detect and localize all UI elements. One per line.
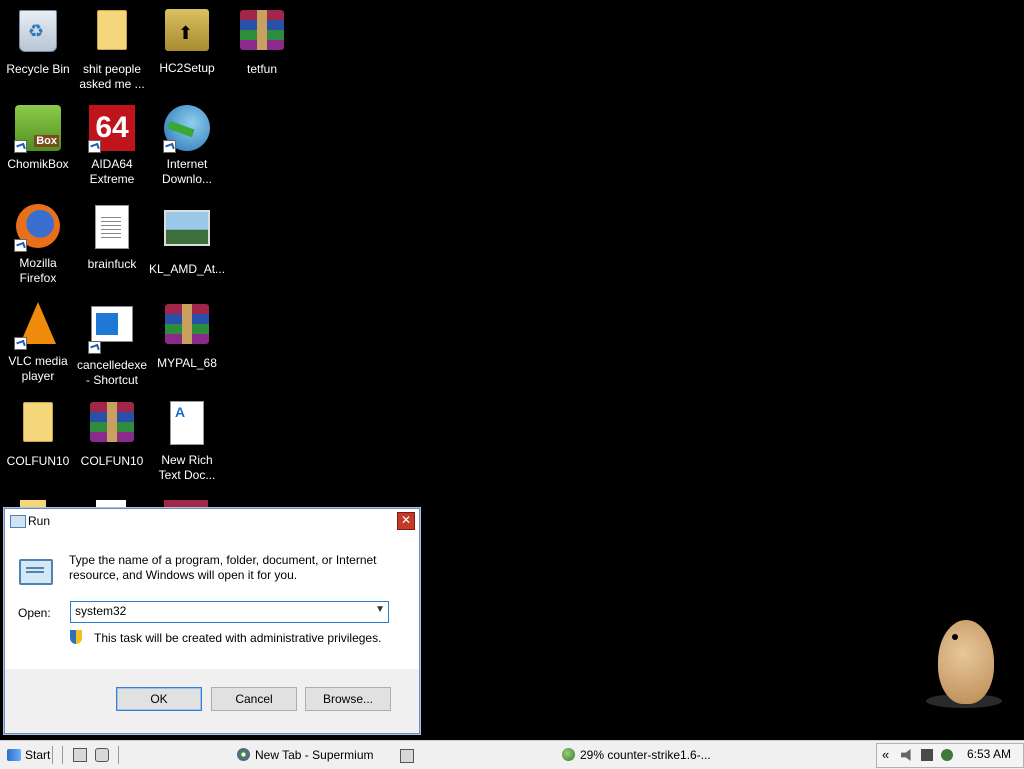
desktop-icon-label: HC2Setup	[159, 61, 215, 75]
winrar-archive-icon	[88, 402, 136, 450]
network-icon[interactable]	[921, 749, 933, 761]
run-dialog-titlebar[interactable]: Run ✕	[5, 509, 419, 533]
quicklaunch-show-desktop-icon[interactable]	[73, 748, 87, 762]
shortcut-arrow-icon	[88, 140, 101, 153]
partial-document-icon	[96, 500, 126, 508]
winrar-archive-icon	[163, 304, 211, 352]
run-dialog-body: Type the name of a program, folder, docu…	[5, 533, 419, 669]
vlc-icon	[14, 302, 62, 350]
desktop-icon-aida64[interactable]: 64 AIDA64 Extreme	[74, 104, 150, 187]
shortcut-arrow-icon	[88, 341, 101, 354]
shortcut-arrow-icon	[14, 140, 27, 153]
installer-box-icon	[163, 9, 211, 57]
cancel-button[interactable]: Cancel	[211, 687, 297, 711]
desktop-icon-label: Recycle Bin	[6, 62, 70, 76]
aida64-icon: 64	[88, 105, 136, 153]
desktop-icon-label: cancelledexe - Shortcut	[76, 358, 148, 387]
desktop-icon-tetfun[interactable]: tetfun	[224, 6, 300, 77]
desktop-icon-vlc[interactable]: VLC media player	[0, 300, 76, 384]
desktop-icon-hc2setup[interactable]: HC2Setup	[149, 6, 225, 76]
taskbar-separator	[118, 746, 119, 764]
close-icon: ✕	[400, 513, 412, 527]
chomikbox-icon: Box	[14, 105, 62, 153]
start-button[interactable]: Start	[5, 746, 50, 764]
text-document-icon	[88, 205, 136, 253]
image-file-icon	[163, 210, 211, 258]
partial-folder-icon	[20, 500, 46, 508]
system-tray: « 6:53 AM	[876, 743, 1024, 768]
desktop-icon-folder[interactable]: shit people asked me ...	[74, 6, 150, 92]
desktop-icon-label: brainfuck	[87, 257, 137, 271]
close-button[interactable]: ✕	[397, 512, 415, 530]
open-input[interactable]	[71, 602, 369, 620]
run-program-icon	[19, 559, 53, 585]
run-dialog-title: Run	[28, 514, 51, 528]
desktop-icon-chomikbox[interactable]: Box ChomikBox	[0, 104, 76, 172]
folder-icon	[88, 10, 136, 58]
winrar-archive-icon	[238, 10, 286, 58]
taskbar-item-label: 29% counter-strike1.6-...	[580, 748, 711, 762]
taskbar-item-label: New Tab - Supermium	[255, 748, 374, 762]
desktop-icon-kl-amd[interactable]: KL_AMD_At...	[149, 202, 225, 277]
desktop-icon-mypal[interactable]: MYPAL_68	[149, 300, 225, 371]
recycle-bin-icon	[14, 10, 62, 58]
run-dialog-footer: OK Cancel Browse...	[5, 669, 419, 733]
run-app-icon	[10, 515, 26, 528]
desktop-icon-label: Internet Downlo...	[161, 157, 213, 186]
desktop-icon-label: COLFUN10	[80, 454, 144, 468]
taskbar: Start New Tab - Supermium 29% counter-st…	[0, 740, 1024, 769]
desktop-icon-label: New Rich Text Doc...	[158, 453, 216, 482]
taskbar-window-icon[interactable]	[400, 749, 414, 763]
desktop-icon-firefox[interactable]: Mozilla Firefox	[0, 202, 76, 286]
desktop-icon-label: COLFUN10	[6, 454, 70, 468]
rich-text-document-icon	[163, 401, 211, 449]
folder-icon	[14, 402, 62, 450]
window-shortcut-icon	[88, 306, 136, 354]
desktop-icon-recycle-bin[interactable]: Recycle Bin	[0, 6, 76, 77]
admin-privileges-note: This task will be created with administr…	[94, 631, 382, 645]
taskbar-separator	[62, 746, 63, 764]
desktop-icon-label: VLC media player	[8, 354, 68, 383]
partial-archive-icon	[164, 500, 208, 508]
desktop-icon-idm[interactable]: Internet Downlo...	[149, 104, 225, 187]
browse-button[interactable]: Browse...	[305, 687, 391, 711]
shortcut-arrow-icon	[14, 337, 27, 350]
desktop-icon-label: shit people asked me ...	[79, 62, 145, 91]
run-dialog: Run ✕ Type the name of a program, folder…	[4, 508, 420, 734]
desktop-icon-label: tetfun	[246, 62, 278, 76]
hamster-desktop-pet[interactable]	[924, 612, 1004, 716]
supermium-browser-icon	[237, 748, 250, 761]
desktop-icon-label: Mozilla Firefox	[19, 256, 57, 285]
desktop-icon-label: ChomikBox	[7, 157, 69, 171]
uac-shield-icon	[70, 630, 82, 644]
firefox-icon	[14, 204, 62, 252]
shortcut-arrow-icon	[14, 239, 27, 252]
download-globe-icon	[562, 748, 575, 761]
desktop-icon-label: AIDA64 Extreme	[89, 157, 135, 186]
taskbar-item-download[interactable]: 29% counter-strike1.6-...	[562, 745, 711, 765]
internet-download-manager-icon	[163, 105, 211, 153]
clock-time[interactable]: 6:53 AM	[967, 747, 1011, 761]
ok-button[interactable]: OK	[116, 687, 202, 711]
chevron-down-icon[interactable]: ▼	[375, 604, 385, 615]
desktop-icon-cancelledexe[interactable]: cancelledexe - Shortcut	[74, 300, 150, 388]
taskbar-separator	[52, 746, 53, 764]
desktop-icon-colfun10-archive[interactable]: COLFUN10	[74, 398, 150, 469]
desktop-icon-new-rich-text[interactable]: New Rich Text Doc...	[149, 398, 225, 483]
show-hidden-icons-chevron[interactable]: «	[882, 747, 889, 762]
volume-icon[interactable]	[901, 749, 911, 761]
open-label: Open:	[18, 606, 51, 620]
shortcut-arrow-icon	[163, 140, 176, 153]
desktop-icon-brainfuck[interactable]: brainfuck	[74, 202, 150, 272]
quicklaunch-window-icon[interactable]	[95, 748, 109, 762]
desktop-icon-label: MYPAL_68	[157, 356, 217, 370]
desktop-icon-label: KL_AMD_At...	[149, 262, 226, 276]
download-manager-tray-icon[interactable]	[941, 749, 953, 761]
desktop-icon-colfun10-folder[interactable]: COLFUN10	[0, 398, 76, 469]
run-description: Type the name of a program, folder, docu…	[69, 553, 377, 582]
open-combobox[interactable]: ▼	[70, 601, 389, 623]
taskbar-item-supermium[interactable]: New Tab - Supermium	[237, 745, 374, 765]
